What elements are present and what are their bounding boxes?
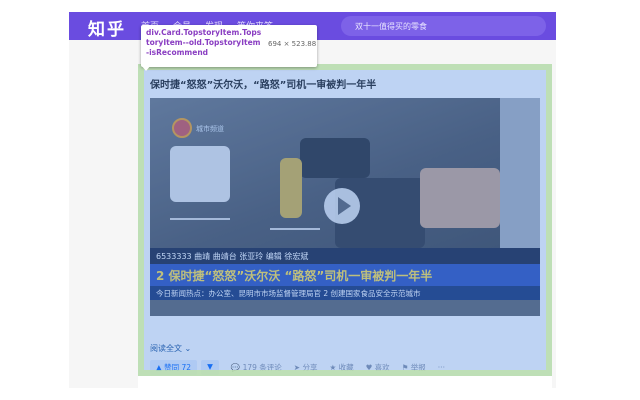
channel-logo-icon xyxy=(172,118,192,138)
more-button[interactable]: ··· xyxy=(438,363,445,372)
vote-down-button[interactable]: ▼ xyxy=(201,360,219,375)
browser-viewport: 知乎 首页 会员 发现 等你来答 双十一值得买的零食 div.Card.Tops… xyxy=(69,12,556,388)
card-actions: ▲ 赞同 72 ▼ 💬 179 条评论 ➤ 分享 ★ 收藏 ♥ 喜欢 ⚑ 举报 … xyxy=(150,360,445,375)
topstory-card: 保时捷“怒怒”沃尔沃，“路怒”司机一审被判一年半 城市频道 6533333 曲靖… xyxy=(138,64,552,388)
lane-marking xyxy=(270,228,320,230)
screen: 知乎 首页 会员 发现 等你来答 双十一值得买的零食 div.Card.Tops… xyxy=(0,0,640,400)
favorite-button[interactable]: ★ 收藏 xyxy=(329,362,353,373)
search-input[interactable]: 双十一值得买的零食 xyxy=(341,16,546,36)
lane-marking xyxy=(170,218,230,220)
vote-group: ▲ 赞同 72 ▼ xyxy=(150,360,219,375)
comments-button[interactable]: 💬 179 条评论 xyxy=(231,362,282,373)
car-image xyxy=(300,138,370,178)
video-banner: 2 保时捷“怒怒”沃尔沃 “路怒”司机一审被判一年半 xyxy=(150,264,540,286)
video-credit: 6533333 曲靖 曲靖台 张亚玲 编辑 徐宏斌 xyxy=(150,248,540,264)
devtools-selector: div.Card.TopstoryItem.TopstoryItem--old.… xyxy=(146,28,262,57)
search-placeholder: 双十一值得买的零食 xyxy=(355,22,427,31)
channel-name: 城市频道 xyxy=(196,125,224,133)
scooter-image xyxy=(280,158,302,218)
vote-up-button[interactable]: ▲ 赞同 72 xyxy=(150,360,198,375)
video-player[interactable]: 城市频道 6533333 曲靖 曲靖台 张亚玲 编辑 徐宏斌 2 保时捷“怒怒”… xyxy=(150,98,540,316)
like-button[interactable]: ♥ 喜欢 xyxy=(366,362,390,373)
van-image xyxy=(170,146,230,202)
read-more-link[interactable]: 阅读全文 ⌄ xyxy=(150,343,191,354)
tooltip-arrow xyxy=(141,65,151,71)
card-title[interactable]: 保时捷“怒怒”沃尔沃，“路怒”司机一审被判一年半 xyxy=(150,76,376,91)
video-bottom xyxy=(150,300,540,316)
video-ticker: 今日新闻热点：办公室、昆明市市场监督管理局官 2 创建国家食品安全示范城市 xyxy=(150,286,540,300)
devtools-size: 694 × 523.88 xyxy=(268,40,317,48)
report-button[interactable]: ⚑ 举报 xyxy=(402,362,426,373)
play-icon xyxy=(338,197,351,215)
zhihu-logo[interactable]: 知乎 xyxy=(88,15,126,40)
devtools-inspect-tooltip: div.Card.TopstoryItem.TopstoryItem--old.… xyxy=(141,25,317,67)
car-image xyxy=(420,168,500,228)
bus-image xyxy=(500,98,540,248)
share-button[interactable]: ➤ 分享 xyxy=(294,362,318,373)
